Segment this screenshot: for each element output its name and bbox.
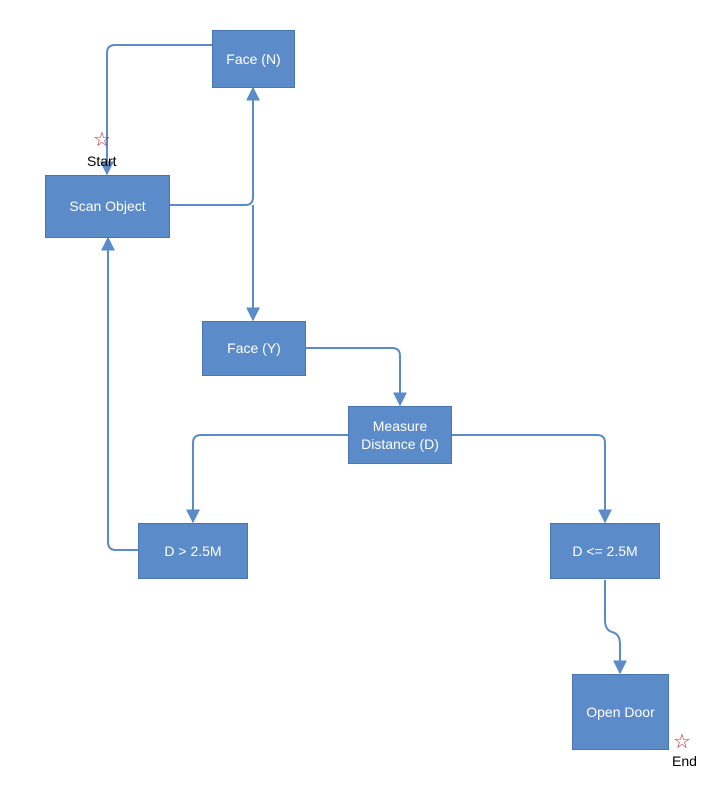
node-face-n: Face (N) bbox=[212, 30, 295, 88]
node-measure-distance-label: Measure Distance (D) bbox=[357, 417, 443, 453]
node-scan-object: Scan Object bbox=[45, 175, 170, 238]
node-open-door: Open Door bbox=[572, 674, 669, 750]
star-icon: ☆ bbox=[673, 732, 691, 752]
start-label: Start bbox=[87, 153, 117, 169]
node-d-gt: D > 2.5M bbox=[138, 523, 248, 579]
node-d-gt-label: D > 2.5M bbox=[164, 542, 221, 560]
node-d-lte: D <= 2.5M bbox=[550, 523, 660, 579]
node-face-n-label: Face (N) bbox=[226, 50, 280, 68]
star-icon: ☆ bbox=[93, 130, 111, 150]
node-face-y-label: Face (Y) bbox=[227, 339, 281, 357]
node-scan-object-label: Scan Object bbox=[69, 197, 145, 215]
node-measure-distance: Measure Distance (D) bbox=[348, 406, 452, 464]
end-label: End bbox=[672, 753, 697, 769]
node-face-y: Face (Y) bbox=[202, 321, 306, 376]
node-d-lte-label: D <= 2.5M bbox=[572, 542, 637, 560]
node-open-door-label: Open Door bbox=[586, 703, 654, 721]
